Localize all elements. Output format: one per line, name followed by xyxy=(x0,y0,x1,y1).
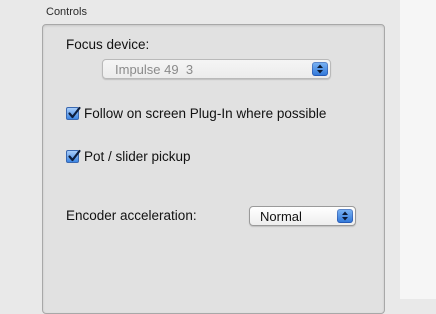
pot-slider-label[interactable]: Pot / slider pickup xyxy=(84,149,191,164)
focus-device-label: Focus device: xyxy=(66,37,150,52)
focus-device-value: Impulse 49 3 xyxy=(115,62,194,77)
encoder-acceleration-value: Normal xyxy=(260,209,302,224)
checkmark-icon xyxy=(68,106,81,119)
follow-plugin-checkbox[interactable] xyxy=(66,106,81,120)
popup-arrows-icon xyxy=(337,209,353,223)
checkmark-icon xyxy=(68,149,81,162)
encoder-acceleration-select[interactable]: Normal xyxy=(249,206,356,226)
follow-plugin-label[interactable]: Follow on screen Plug-In where possible xyxy=(84,106,326,121)
encoder-acceleration-label: Encoder acceleration: xyxy=(66,208,197,223)
pot-slider-checkbox[interactable] xyxy=(66,149,81,163)
popup-arrows-icon xyxy=(312,62,328,76)
group-title: Controls xyxy=(46,6,87,18)
focus-device-select[interactable]: Impulse 49 3 xyxy=(102,59,331,79)
window-edge xyxy=(400,0,436,299)
